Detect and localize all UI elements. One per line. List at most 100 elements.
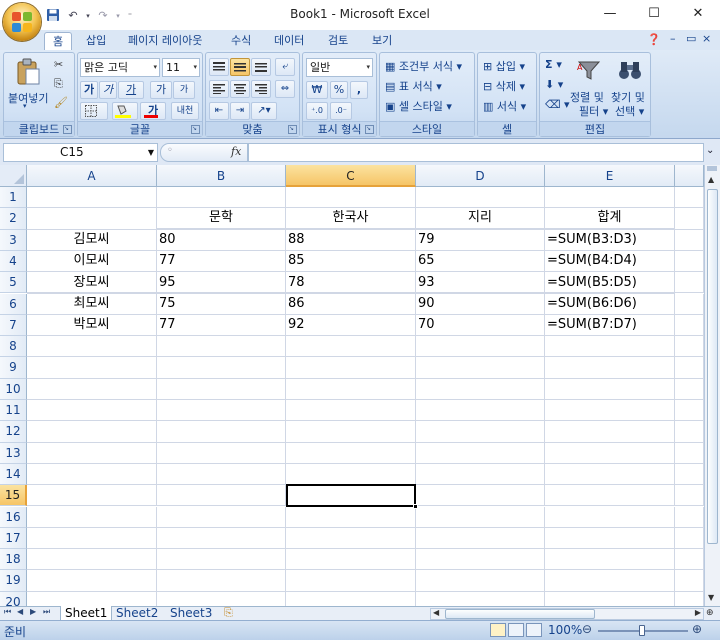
column-header-b[interactable]: B xyxy=(157,165,286,187)
grid-cell[interactable] xyxy=(286,421,416,443)
grid-cell[interactable] xyxy=(416,527,545,550)
grid-cell[interactable] xyxy=(545,336,675,358)
vertical-scroll-thumb[interactable] xyxy=(707,189,718,544)
row-header-14[interactable]: 14 xyxy=(0,463,27,486)
cell-a3[interactable]: 김모씨 xyxy=(27,230,157,252)
row-header-15[interactable]: 15 xyxy=(0,485,27,507)
ribbon-restore-icon[interactable]: ▭ xyxy=(686,32,696,45)
cell-a5[interactable]: 장모씨 xyxy=(27,273,157,295)
grid-cell[interactable] xyxy=(27,549,157,571)
font-launcher-icon[interactable]: ↘ xyxy=(191,125,200,134)
grid-cell[interactable] xyxy=(157,570,286,592)
cell-e2[interactable]: 합계 xyxy=(545,208,675,230)
increase-indent-button[interactable]: ⇥ xyxy=(230,102,250,120)
cell-d6[interactable]: 90 xyxy=(416,294,545,316)
tab-formulas[interactable]: 수식 xyxy=(223,32,259,50)
sheet-tab-2[interactable]: Sheet2 xyxy=(112,606,162,621)
grid-cell[interactable] xyxy=(157,187,286,209)
sort-filter-button[interactable]: A 정렬 및 필터 ▾ xyxy=(570,56,608,118)
grid-cell[interactable] xyxy=(675,314,704,337)
grid-cell[interactable] xyxy=(675,485,704,507)
cell-b5[interactable]: 95 xyxy=(157,273,286,295)
grid-cell[interactable] xyxy=(545,506,675,528)
grid-cell[interactable] xyxy=(157,463,286,486)
grid-cell[interactable] xyxy=(416,506,545,528)
italic-button[interactable]: 가 xyxy=(99,81,117,99)
page-break-view-icon[interactable] xyxy=(526,623,542,637)
grid-cell[interactable] xyxy=(675,293,704,315)
cell-c4[interactable]: 85 xyxy=(286,251,416,273)
grid-cell[interactable] xyxy=(675,463,704,486)
cell-e6[interactable]: =SUM(B6:D6) xyxy=(545,294,675,316)
clipboard-launcher-icon[interactable]: ↘ xyxy=(63,125,72,134)
grid-cell[interactable] xyxy=(675,506,704,528)
last-sheet-icon[interactable]: ⏭ xyxy=(43,607,50,617)
grid-cell[interactable] xyxy=(675,591,704,606)
active-cell-c15[interactable] xyxy=(286,484,418,509)
row-header-1[interactable]: 1 xyxy=(0,187,27,209)
grid-cell[interactable] xyxy=(416,549,545,571)
align-top-button[interactable] xyxy=(209,58,229,76)
grid-cell[interactable] xyxy=(545,421,675,443)
cell-a6[interactable]: 최모씨 xyxy=(27,294,157,316)
conditional-formatting-button[interactable]: ▦ 조건부 서식 ▾ xyxy=(385,58,462,74)
grid-cell[interactable] xyxy=(416,442,545,464)
align-bottom-button[interactable] xyxy=(251,58,271,76)
fill-color-button[interactable] xyxy=(112,102,138,120)
column-header-a[interactable]: A xyxy=(27,165,157,187)
grid-cell[interactable] xyxy=(27,187,157,209)
grid-cell[interactable] xyxy=(416,378,545,400)
tab-data[interactable]: 데이터 xyxy=(266,32,312,50)
tab-home[interactable]: 홈 xyxy=(44,32,73,50)
align-middle-button[interactable] xyxy=(230,58,250,76)
cell-d4[interactable]: 65 xyxy=(416,251,545,273)
grid-cell[interactable] xyxy=(545,187,675,209)
format-painter-icon[interactable]: 🖌 xyxy=(54,96,68,109)
first-sheet-icon[interactable]: ⏮ xyxy=(4,607,11,617)
font-color-button[interactable]: 가 xyxy=(140,102,166,120)
currency-button[interactable]: ₩ xyxy=(306,81,328,99)
scroll-left-icon[interactable]: ◀ xyxy=(433,608,439,617)
grid-cell[interactable] xyxy=(27,336,157,358)
increase-decimal-button[interactable]: ⁺.0 xyxy=(306,102,328,120)
number-format-combo[interactable]: 일반 ▾ xyxy=(306,58,373,77)
cut-icon[interactable]: ✂ xyxy=(54,58,63,71)
grid-cell[interactable] xyxy=(157,527,286,550)
next-sheet-icon[interactable]: ▶ xyxy=(30,607,36,616)
row-header-12[interactable]: 12 xyxy=(0,421,27,443)
bold-button[interactable]: 가 xyxy=(80,81,98,99)
row-header-9[interactable]: 9 xyxy=(0,357,27,379)
row-header-18[interactable]: 18 xyxy=(0,549,27,571)
office-button[interactable] xyxy=(3,3,41,41)
scroll-right-icon[interactable]: ▶ xyxy=(695,608,701,617)
grid-cell[interactable] xyxy=(675,400,704,422)
grid-cell[interactable] xyxy=(545,527,675,550)
grid-cell[interactable] xyxy=(675,421,704,443)
row-header-7[interactable]: 7 xyxy=(0,314,27,337)
grid-cell[interactable] xyxy=(27,506,157,528)
chevron-down-icon[interactable]: ▼ xyxy=(148,144,154,161)
grid-cell[interactable] xyxy=(286,591,416,606)
grid-cell[interactable] xyxy=(416,336,545,358)
help-icon[interactable]: ❓ xyxy=(647,33,661,46)
grid-cell[interactable] xyxy=(675,336,704,358)
close-button[interactable]: ✕ xyxy=(676,0,720,30)
row-header-13[interactable]: 13 xyxy=(0,442,27,464)
grid-cell[interactable] xyxy=(416,187,545,209)
grid-cell[interactable] xyxy=(27,400,157,422)
paste-button[interactable]: 붙여넣기 ▾ xyxy=(7,56,48,112)
insert-cells-button[interactable]: ⊞ 삽입 ▾ xyxy=(483,58,525,74)
grid-cell[interactable] xyxy=(157,442,286,464)
grid-cell[interactable] xyxy=(157,357,286,379)
page-layout-view-icon[interactable] xyxy=(508,623,524,637)
cell-d5[interactable]: 93 xyxy=(416,273,545,295)
grid-cell[interactable] xyxy=(416,357,545,379)
cell-d7[interactable]: 70 xyxy=(416,315,545,337)
column-header-d[interactable]: D xyxy=(416,165,545,187)
grid-cell[interactable] xyxy=(157,506,286,528)
grid-cell[interactable] xyxy=(416,591,545,606)
delete-cells-button[interactable]: ⊟ 삭제 ▾ xyxy=(483,78,525,94)
tab-insert[interactable]: 삽입 xyxy=(78,32,114,50)
column-header-f[interactable] xyxy=(675,165,704,187)
underline-button[interactable]: 가 xyxy=(118,81,144,99)
